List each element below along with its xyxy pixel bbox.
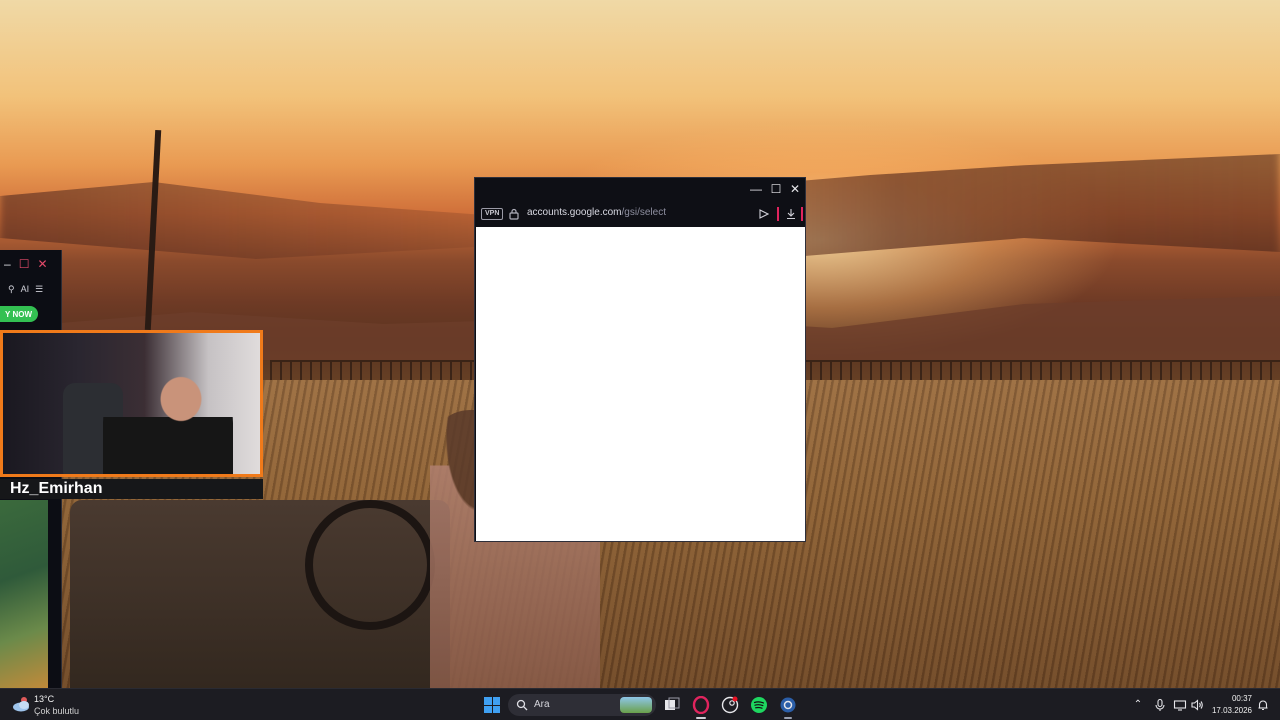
promo-button[interactable]: Y NOW xyxy=(0,306,38,322)
left-window-titlebar: – ☐ ✕ xyxy=(0,250,61,278)
steam-icon[interactable] xyxy=(721,696,739,714)
taskbar: 13°C Çok bulutlu Ara ⌃ 00:37 17.03.2026 xyxy=(0,688,1280,720)
streamer-video xyxy=(103,363,233,474)
cloud-weather-icon[interactable] xyxy=(12,695,32,713)
chevron-up-icon[interactable]: ⌃ xyxy=(1131,698,1145,712)
clock-time[interactable]: 00:37 xyxy=(1222,694,1252,703)
opera-active-indicator xyxy=(696,717,706,719)
search-highlight-image xyxy=(620,697,652,713)
lock-icon xyxy=(509,208,519,220)
url-domain: accounts.google.com xyxy=(527,207,622,218)
weather-description[interactable]: Çok bulutlu xyxy=(34,706,79,716)
left-window-toolbar: ⚲ AI ☰ xyxy=(0,278,61,300)
steering-wheel xyxy=(305,500,435,630)
minimize-icon[interactable]: — xyxy=(749,182,763,196)
microphone-icon[interactable] xyxy=(1153,698,1167,712)
search-placeholder: Ara xyxy=(534,699,550,710)
close-icon[interactable]: ✕ xyxy=(788,182,802,196)
app-running-indicator xyxy=(784,717,792,719)
send-icon[interactable] xyxy=(759,209,769,219)
vpn-badge[interactable]: VPN xyxy=(481,208,504,220)
menu-icon[interactable]: ☰ xyxy=(35,284,43,295)
spotify-icon[interactable] xyxy=(750,696,768,714)
task-view-icon[interactable] xyxy=(663,696,681,714)
search-icon xyxy=(516,699,528,711)
app-settings-icon[interactable] xyxy=(779,696,797,714)
volume-icon[interactable] xyxy=(1190,698,1204,712)
url-text[interactable]: accounts.google.com/gsi/select xyxy=(527,207,666,218)
windows-start-icon[interactable] xyxy=(484,697,500,713)
url-path: /gsi/select xyxy=(621,207,666,218)
magic-wand-icon[interactable]: ⚲ xyxy=(8,284,15,295)
maximize-icon[interactable]: ☐ xyxy=(19,257,30,271)
network-icon[interactable] xyxy=(1173,698,1187,712)
sign-in-popup-window[interactable]: — ☐ ✕ VPN accounts.google.com/gsi/select xyxy=(474,177,806,542)
clock-date[interactable]: 17.03.2026 xyxy=(1206,706,1252,715)
download-icon[interactable] xyxy=(785,208,797,220)
minimize-icon[interactable]: – xyxy=(4,257,11,271)
popup-titlebar[interactable]: — ☐ ✕ xyxy=(475,178,805,202)
sidebar-indicator-bar xyxy=(801,207,803,221)
opera-gx-icon[interactable] xyxy=(692,696,710,714)
ai-button[interactable]: AI xyxy=(21,284,30,294)
maximize-icon[interactable]: ☐ xyxy=(769,182,783,196)
weather-temperature[interactable]: 13°C xyxy=(34,694,54,704)
popup-blank-content[interactable] xyxy=(476,227,805,541)
webcam-overlay xyxy=(0,330,263,477)
notification-bell-icon[interactable] xyxy=(1256,698,1270,712)
taskbar-search[interactable]: Ara xyxy=(508,694,656,716)
address-bar[interactable]: VPN accounts.google.com/gsi/select xyxy=(475,202,805,226)
streamer-name-label: Hz_Emirhan xyxy=(0,479,263,499)
close-icon[interactable]: ✕ xyxy=(37,257,47,271)
left-window-content-image xyxy=(0,500,48,688)
tab-indicator-bar xyxy=(777,207,779,221)
